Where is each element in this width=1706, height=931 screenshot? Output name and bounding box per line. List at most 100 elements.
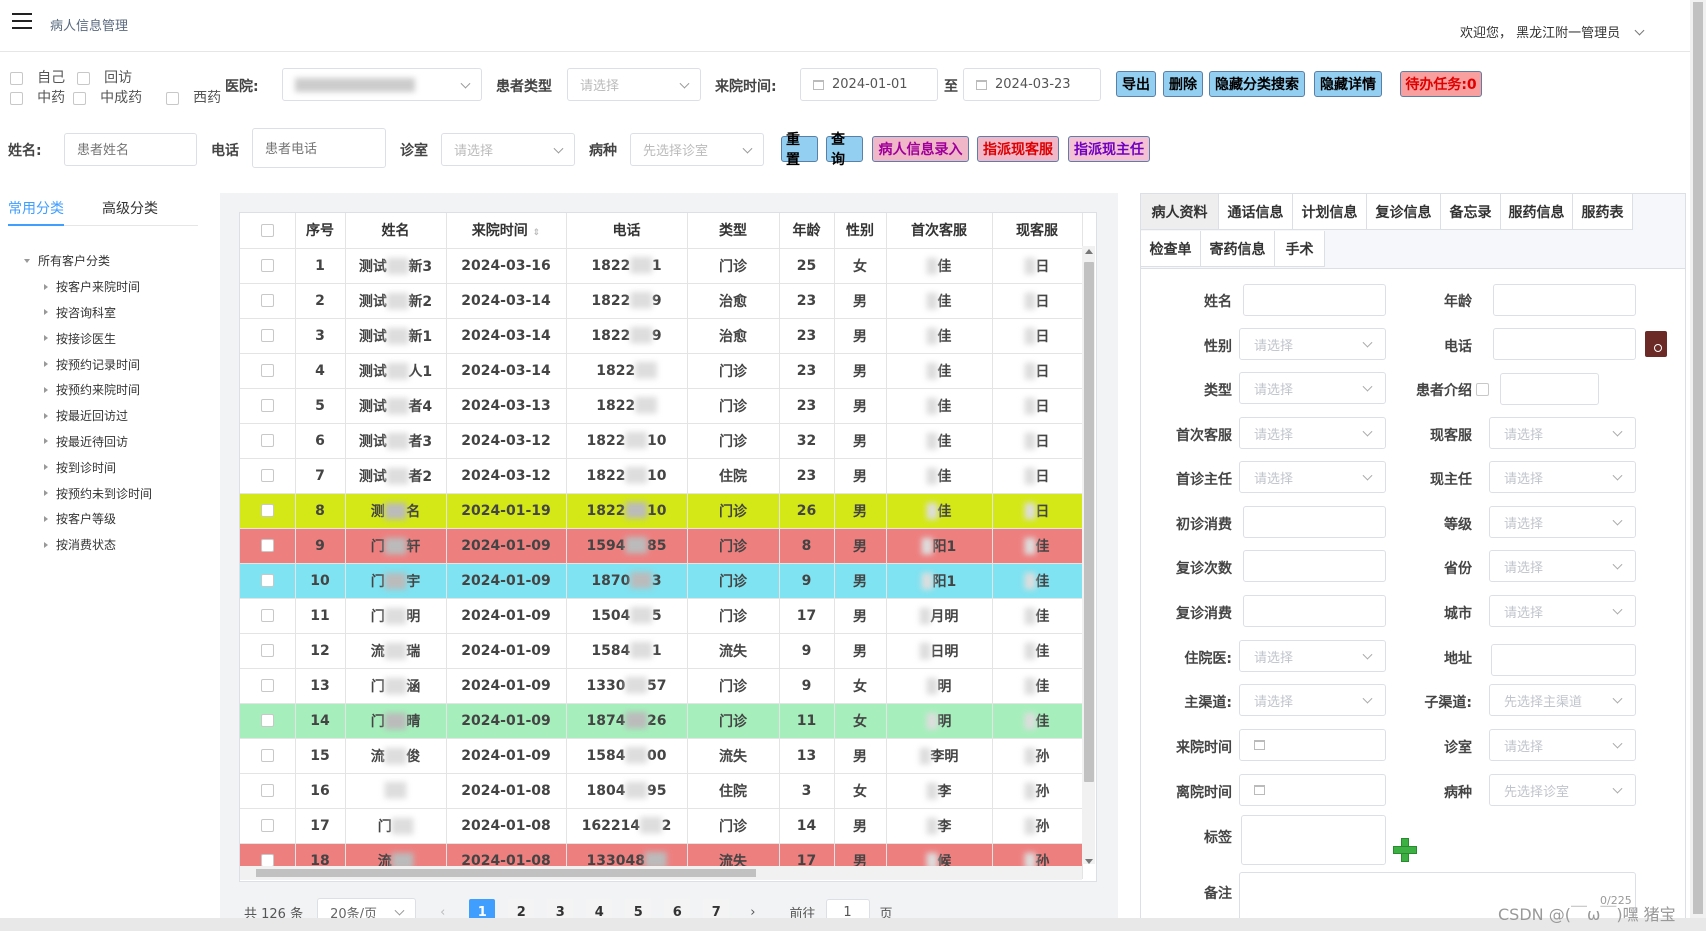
row-select[interactable]: [240, 633, 296, 669]
table-row[interactable]: 11 门██明 2024-01-09 1504██5 门诊 17 男 █月明 █佳: [240, 598, 1083, 634]
tree-item[interactable]: 按预约来院时间: [24, 377, 152, 403]
tab-plan-info[interactable]: 计划信息: [1293, 194, 1367, 230]
patient-type-select[interactable]: 请选择: [567, 68, 701, 101]
checkbox[interactable]: [260, 784, 274, 797]
checkbox[interactable]: [260, 504, 274, 517]
checkbox[interactable]: [260, 819, 274, 832]
field-revisit-cost-input[interactable]: [1243, 595, 1386, 627]
tab-shipping-info[interactable]: 寄药信息: [1201, 231, 1275, 267]
row-select[interactable]: [240, 388, 296, 424]
table-row[interactable]: 13 门██涵 2024-01-09 1330██57 门诊 9 女 █明 █佳: [240, 668, 1083, 704]
disease-select[interactable]: 先选择诊室: [630, 133, 764, 166]
table-row[interactable]: 8 测██名 2024-01-19 1822██10 门诊 26 男 █佳 █日: [240, 493, 1083, 529]
field-level-select[interactable]: 请选择: [1489, 506, 1636, 538]
field-cur-doctor-select[interactable]: 请选择: [1489, 461, 1636, 493]
add-tag-icon[interactable]: [1393, 838, 1417, 862]
hide-search-button[interactable]: 隐藏分类搜索: [1209, 71, 1305, 97]
checkbox[interactable]: [260, 364, 274, 377]
query-button[interactable]: 查询: [826, 132, 863, 168]
room-select[interactable]: 请选择: [441, 133, 575, 166]
table-row[interactable]: 3 测试██新1 2024-03-14 1822██9 治愈 23 男 █佳 █日: [240, 318, 1083, 354]
checkbox[interactable]: [10, 72, 23, 85]
row-select[interactable]: [240, 248, 296, 284]
row-select[interactable]: [240, 703, 296, 739]
intro-checkbox[interactable]: [1476, 383, 1489, 396]
sort-icon[interactable]: ⇕: [533, 228, 541, 238]
checkbox[interactable]: [260, 399, 274, 412]
scroll-down-icon[interactable]: [1085, 859, 1093, 864]
check-proprietary[interactable]: 中成药: [73, 87, 142, 107]
row-select[interactable]: [240, 528, 296, 564]
tab-surgery[interactable]: 手术: [1275, 231, 1325, 267]
row-select[interactable]: [240, 773, 296, 809]
todo-button[interactable]: 待办任务:0: [1400, 71, 1482, 97]
delete-button[interactable]: 删除: [1163, 71, 1203, 97]
tree-item[interactable]: 按客户等级: [24, 506, 152, 532]
table-row[interactable]: 7 测试██者2 2024-03-12 1822██10 住院 23 男 █佳 █日: [240, 458, 1083, 494]
field-city-select[interactable]: 请选择: [1489, 595, 1636, 627]
table-row[interactable]: 15 流██俊 2024-01-09 1584██00 流失 13 男 █李明 █孙: [240, 738, 1083, 774]
checkbox[interactable]: [260, 223, 274, 237]
checkbox[interactable]: [260, 539, 274, 552]
tree-item[interactable]: 按预约未到诊时间: [24, 480, 152, 506]
field-sub-channel-select[interactable]: 先选择主渠道: [1489, 684, 1636, 716]
field-province-select[interactable]: 请选择: [1489, 550, 1636, 582]
tab-advanced[interactable]: 高级分类: [102, 198, 158, 218]
tab-revisit-info[interactable]: 复诊信息: [1367, 194, 1441, 230]
field-first-cost-input[interactable]: [1243, 506, 1386, 538]
tab-memo[interactable]: 备忘录: [1441, 194, 1501, 230]
tree-item[interactable]: 按客户来院时间: [24, 274, 152, 300]
patient-phone-input[interactable]: [252, 128, 386, 168]
assign-service-button[interactable]: 指派现客服: [977, 136, 1059, 162]
check-self[interactable]: 自己: [10, 67, 65, 87]
row-select[interactable]: [240, 283, 296, 319]
assign-doctor-button[interactable]: 指派现主任: [1068, 136, 1150, 162]
row-select[interactable]: [240, 598, 296, 634]
phone-lookup-icon[interactable]: [1645, 331, 1667, 357]
page-scrollbar-thumb[interactable]: [1693, 2, 1703, 914]
menu-icon[interactable]: [12, 13, 32, 29]
field-cur-service-select[interactable]: 请选择: [1489, 417, 1636, 449]
tree-root[interactable]: 所有客户分类: [24, 248, 152, 274]
header-select-all[interactable]: [240, 213, 296, 249]
table-row[interactable]: 9 门██轩 2024-01-09 1594██85 门诊 8 男 █阳1 █佳: [240, 528, 1083, 564]
field-first-service-select[interactable]: 请选择: [1239, 417, 1386, 449]
field-tags-textarea[interactable]: [1241, 815, 1386, 865]
checkbox[interactable]: [260, 329, 274, 342]
hospital-select[interactable]: [282, 68, 482, 101]
field-type-select[interactable]: 请选择: [1239, 372, 1386, 404]
hide-detail-button[interactable]: 隐藏详情: [1314, 71, 1382, 97]
reset-button[interactable]: 重置: [781, 132, 818, 168]
table-row[interactable]: 17 门██ 2024-01-08 162214██2 门诊 14 男 █李 █孙: [240, 808, 1083, 844]
table-row[interactable]: 2 测试██新2 2024-03-14 1822██9 治愈 23 男 █佳 █日: [240, 283, 1083, 319]
table-row[interactable]: 10 门██宇 2024-01-09 1870██3 门诊 9 男 █阳1 █佳: [240, 563, 1083, 599]
checkbox[interactable]: [260, 714, 274, 727]
row-select[interactable]: [240, 423, 296, 459]
row-select[interactable]: [240, 353, 296, 389]
table-row[interactable]: 4 测试██人1 2024-03-14 1822██ 门诊 23 男 █佳 █日: [240, 353, 1083, 389]
patient-name-input[interactable]: [64, 133, 197, 166]
checkbox[interactable]: [260, 679, 274, 692]
table-vertical-scrollbar-thumb[interactable]: [1084, 262, 1094, 782]
field-address-textarea[interactable]: [1491, 644, 1636, 676]
tree-item[interactable]: 按接诊医生: [24, 325, 152, 351]
scroll-up-icon[interactable]: [1085, 249, 1093, 254]
checkbox[interactable]: [73, 92, 86, 105]
table-row[interactable]: 5 测试██者4 2024-03-13 1822██ 门诊 23 男 █佳 █日: [240, 388, 1083, 424]
field-name-input[interactable]: [1243, 284, 1386, 316]
field-intro-input[interactable]: [1500, 373, 1599, 405]
tree-item[interactable]: 按最近回访过: [24, 403, 152, 429]
table-row[interactable]: 12 流██瑞 2024-01-09 1584██1 流失 9 男 █日明 █佳: [240, 633, 1083, 669]
checkbox[interactable]: [260, 574, 274, 587]
tree-item[interactable]: 按消费状态: [24, 532, 152, 558]
row-select[interactable]: [240, 458, 296, 494]
field-sex-select[interactable]: 请选择: [1239, 328, 1386, 360]
check-tcm[interactable]: 中药: [10, 87, 65, 107]
check-western[interactable]: 西药: [166, 87, 221, 107]
tab-medication-info[interactable]: 服药信息: [1501, 194, 1573, 230]
table-row[interactable]: 16 ██ 2024-01-08 1804██95 住院 3 女 █李 █孙: [240, 773, 1083, 809]
table-row[interactable]: 1 测试██新3 2024-03-16 1822██1 门诊 25 女 █佳 █日: [240, 248, 1083, 284]
row-select[interactable]: [240, 808, 296, 844]
table-row[interactable]: 14 门██晴 2024-01-09 1874██26 门诊 11 女 █明 █佳: [240, 703, 1083, 739]
field-age-input[interactable]: [1493, 284, 1636, 316]
